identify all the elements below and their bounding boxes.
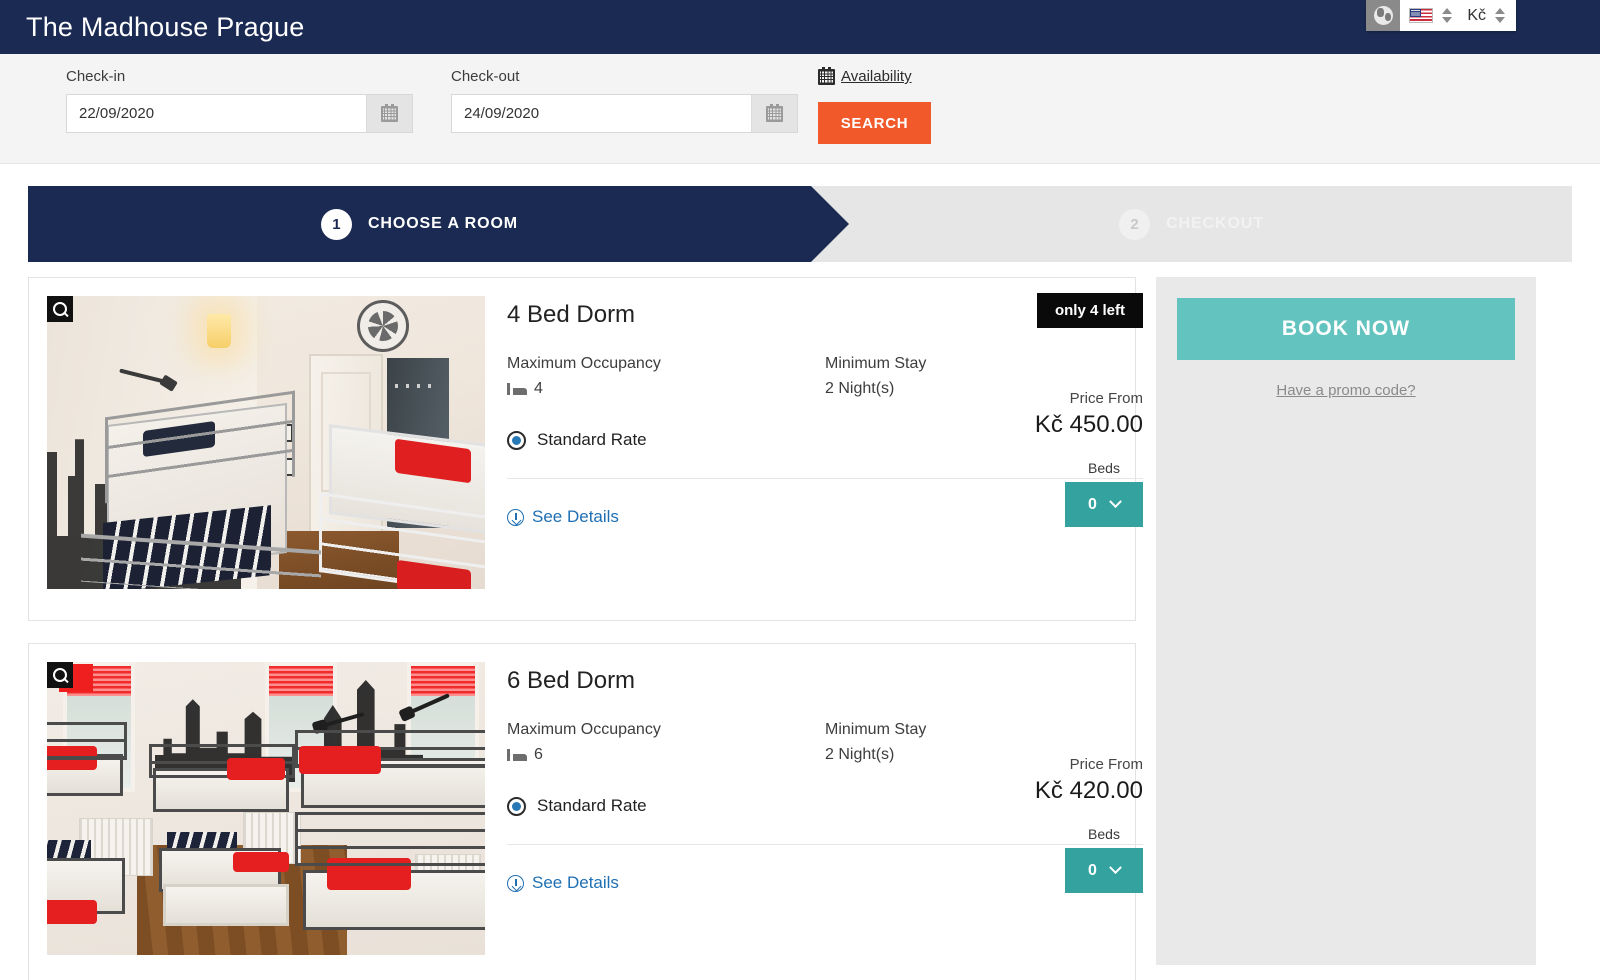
checkout-input[interactable] xyxy=(452,95,751,132)
availability-link[interactable]: Availability xyxy=(818,66,912,85)
bed-icon xyxy=(507,383,527,395)
promo-code-link[interactable]: Have a promo code? xyxy=(1177,382,1515,399)
header-controls: Kč xyxy=(1366,0,1516,31)
occupancy-value: 6 xyxy=(534,746,543,763)
checkout-label: Check-out xyxy=(451,68,520,85)
price-block: Price From Kč 450.00 xyxy=(1035,390,1143,439)
language-stepper[interactable] xyxy=(1440,8,1454,23)
rate-label: Standard Rate xyxy=(537,796,647,815)
checkout-field-group: Check-out xyxy=(451,68,798,133)
beds-value: 0 xyxy=(1088,861,1097,879)
room-image-6-bed-dorm xyxy=(47,662,485,955)
beds-dropdown[interactable]: 0 xyxy=(1065,482,1143,527)
checkin-field-group: Check-in xyxy=(66,68,413,133)
room-photo[interactable] xyxy=(47,296,485,589)
language-currency-selector: Kč xyxy=(1400,0,1516,31)
step-checkout[interactable]: 2 CHECKOUT xyxy=(811,186,1572,262)
download-circle-icon xyxy=(507,508,524,526)
booking-sidebar: BOOK NOW Have a promo code? xyxy=(1156,277,1536,965)
checkin-input-wrap xyxy=(66,94,413,133)
see-details-label: See Details xyxy=(532,873,619,892)
rate-radio[interactable] xyxy=(507,430,526,450)
room-card: 6 Bed Dorm Maximum Occupancy 6 Minimum S… xyxy=(28,643,1143,980)
calendar-icon xyxy=(381,103,398,122)
step-choose-a-room[interactable]: 1 CHOOSE A ROOM xyxy=(28,186,849,262)
room-info: only 4 left 4 Bed Dorm Maximum Occupancy… xyxy=(485,293,1143,620)
step-2-label: CHECKOUT xyxy=(1166,215,1264,232)
rooms-list: only 4 left 4 Bed Dorm Maximum Occupancy… xyxy=(28,277,1143,980)
main-content: only 4 left 4 Bed Dorm Maximum Occupancy… xyxy=(28,277,1572,980)
chevron-up-icon xyxy=(1495,8,1505,14)
calendar-icon xyxy=(818,66,835,85)
card-divider xyxy=(507,844,1143,845)
room-info: 6 Bed Dorm Maximum Occupancy 6 Minimum S… xyxy=(485,662,1143,980)
chevron-down-icon xyxy=(1109,861,1122,875)
checkin-calendar-button[interactable] xyxy=(366,95,412,132)
occupancy-fact: Maximum Occupancy 6 xyxy=(507,721,825,764)
currency-stepper[interactable] xyxy=(1493,8,1507,23)
step-2-number: 2 xyxy=(1119,208,1151,240)
us-flag-icon[interactable] xyxy=(1409,8,1434,23)
beds-selector: Beds 0 xyxy=(1065,826,1143,893)
globe-icon xyxy=(1373,6,1393,25)
occupancy-value: 4 xyxy=(534,380,543,397)
occupancy-value-row: 4 xyxy=(507,380,825,398)
step-1-number: 1 xyxy=(320,208,352,240)
search-button[interactable]: SEARCH xyxy=(818,102,931,144)
chevron-down-icon xyxy=(1109,495,1122,509)
rate-radio[interactable] xyxy=(507,796,526,816)
availability-block: Availability xyxy=(818,66,912,90)
minimum-stay-label: Minimum Stay xyxy=(825,721,927,738)
rate-label: Standard Rate xyxy=(537,430,647,449)
minimum-stay-label: Minimum Stay xyxy=(825,355,927,372)
beds-label: Beds xyxy=(1088,826,1120,842)
checkout-calendar-button[interactable] xyxy=(751,95,797,132)
checkin-label: Check-in xyxy=(66,68,126,85)
bed-icon xyxy=(507,749,527,761)
calendar-icon xyxy=(766,103,783,122)
chevron-up-icon xyxy=(1442,8,1453,14)
card-footer: See Details Beds 0 xyxy=(507,460,1143,527)
beds-value: 0 xyxy=(1088,495,1097,513)
page-title: The Madhouse Prague xyxy=(26,11,305,42)
magnifier-icon[interactable] xyxy=(47,662,73,688)
globe-button[interactable] xyxy=(1366,0,1401,31)
beds-selector: Beds 0 xyxy=(1065,460,1143,527)
see-details-link[interactable]: See Details xyxy=(507,873,619,893)
beds-label: Beds xyxy=(1088,460,1120,476)
occupancy-value-row: 6 xyxy=(507,746,825,764)
download-circle-icon xyxy=(507,874,524,892)
currency-label: Kč xyxy=(1467,6,1486,24)
search-bar: Check-in Check-out Availability SEARCH xyxy=(0,54,1600,164)
occupancy-label: Maximum Occupancy xyxy=(507,355,661,372)
see-details-link[interactable]: See Details xyxy=(507,507,619,527)
room-card: only 4 left 4 Bed Dorm Maximum Occupancy… xyxy=(28,277,1143,621)
room-photo[interactable] xyxy=(47,662,485,955)
beds-dropdown[interactable]: 0 xyxy=(1065,848,1143,893)
price-block: Price From Kč 420.00 xyxy=(1035,756,1143,805)
card-footer: See Details Beds 0 xyxy=(507,826,1143,893)
status-badge: only 4 left xyxy=(1036,293,1143,328)
occupancy-fact: Maximum Occupancy 4 xyxy=(507,355,825,398)
price-from-label: Price From xyxy=(1069,390,1143,407)
book-now-button[interactable]: BOOK NOW xyxy=(1177,298,1515,360)
step-1-label: CHOOSE A ROOM xyxy=(367,215,519,232)
site-header: The Madhouse Prague Kč xyxy=(0,0,1600,54)
price-value: Kč 450.00 xyxy=(1034,411,1143,438)
chevron-down-icon xyxy=(1495,17,1505,23)
booking-steps: 1 CHOOSE A ROOM 2 CHECKOUT xyxy=(28,186,1572,262)
see-details-label: See Details xyxy=(532,507,619,526)
availability-label: Availability xyxy=(841,68,912,85)
chevron-down-icon xyxy=(1442,17,1453,23)
card-divider xyxy=(507,478,1143,479)
occupancy-label: Maximum Occupancy xyxy=(507,721,661,738)
magnifier-icon[interactable] xyxy=(47,296,73,322)
room-image-4-bed-dorm xyxy=(47,296,485,589)
price-from-label: Price From xyxy=(1069,756,1143,773)
room-title: 6 Bed Dorm xyxy=(507,667,636,694)
checkin-input[interactable] xyxy=(67,95,366,132)
price-value: Kč 420.00 xyxy=(1034,777,1143,804)
checkout-input-wrap xyxy=(451,94,798,133)
